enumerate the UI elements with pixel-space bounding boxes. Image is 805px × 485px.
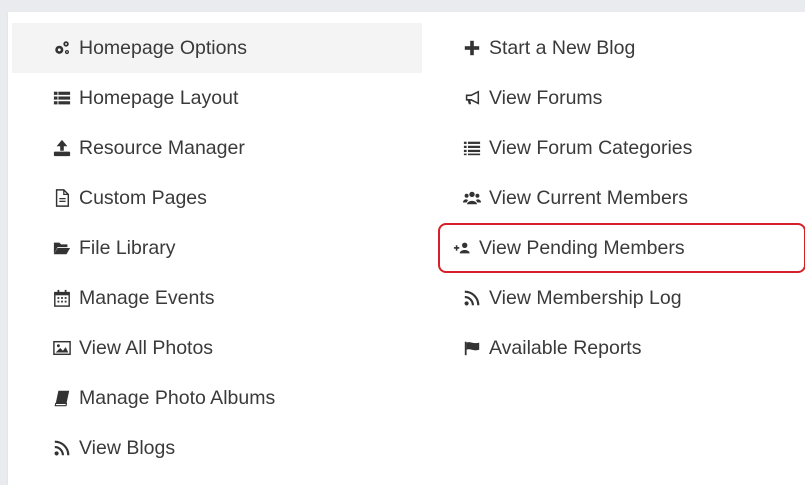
users-icon [462,188,482,208]
plus-icon [462,38,482,58]
menu-item-view-blogs[interactable]: View Blogs [12,423,422,473]
calendar-icon [52,288,72,308]
menu-item-label: View Forum Categories [489,136,693,159]
menu-item-view-all-photos[interactable]: View All Photos [12,323,422,373]
menu-item-homepage-options[interactable]: Homepage Options [12,23,422,73]
menu-item-label: Homepage Options [79,36,248,59]
menu-item-custom-pages[interactable]: Custom Pages [12,173,422,223]
menu-item-view-forums[interactable]: View Forums [448,73,798,123]
menu-column-right: Start a New Blog View Forums View Forum … [438,23,805,373]
rss-icon [52,438,72,458]
menu-item-resource-manager[interactable]: Resource Manager [12,123,422,173]
user-plus-icon [452,238,472,258]
page-edge [0,0,8,485]
folder-open-icon [52,238,72,258]
flag-icon [462,338,482,358]
menu-item-label: View Pending Members [479,236,685,259]
menu-item-label: Start a New Blog [489,36,636,59]
menu-item-label: View Membership Log [489,286,682,309]
menu-item-view-membership-log[interactable]: View Membership Log [448,273,798,323]
menu-column-left: Homepage Options Homepage Layout Resourc… [12,23,422,473]
list-icon [462,138,482,158]
bullhorn-icon [462,88,482,108]
menu-item-file-library[interactable]: File Library [12,223,422,273]
list-icon [52,88,72,108]
menu-item-view-forum-categories[interactable]: View Forum Categories [448,123,798,173]
menu-item-label: Manage Photo Albums [79,386,276,409]
menu-item-label: Custom Pages [79,186,207,209]
file-icon [52,188,72,208]
menu-item-label: View Current Members [489,186,689,209]
admin-dropdown-menu: Homepage Options Homepage Layout Resourc… [8,12,805,485]
menu-item-view-current-members[interactable]: View Current Members [448,173,798,223]
menu-item-manage-events[interactable]: Manage Events [12,273,422,323]
menu-item-label: Manage Events [79,286,215,309]
menu-item-label: File Library [79,236,176,259]
image-icon [52,338,72,358]
menu-item-label: View Blogs [79,436,176,459]
menu-item-label: Resource Manager [79,136,245,159]
cogs-icon [52,38,72,58]
menu-item-label: Homepage Layout [79,86,239,109]
menu-item-view-pending-members[interactable]: View Pending Members [438,223,805,273]
menu-item-label: View All Photos [79,336,214,359]
menu-item-homepage-layout[interactable]: Homepage Layout [12,73,422,123]
menu-item-start-new-blog[interactable]: Start a New Blog [448,23,798,73]
menu-item-available-reports[interactable]: Available Reports [448,323,798,373]
book-icon [52,388,72,408]
rss-icon [462,288,482,308]
menu-item-manage-photo-albums[interactable]: Manage Photo Albums [12,373,422,423]
menu-item-label: Available Reports [489,336,642,359]
menu-item-label: View Forums [489,86,603,109]
upload-icon [52,138,72,158]
